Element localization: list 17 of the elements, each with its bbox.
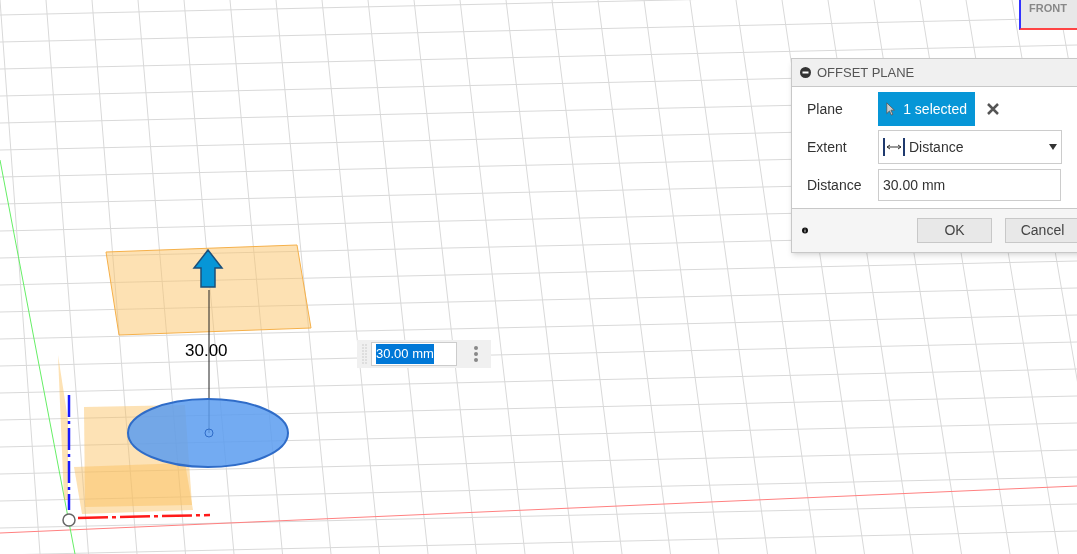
field-label: Distance [807, 175, 863, 195]
distance-icon [883, 137, 905, 157]
arrow-handle-icon[interactable] [192, 248, 224, 288]
field-label: Extent [807, 137, 848, 157]
more-icon[interactable] [473, 345, 479, 363]
caret-icon [1049, 144, 1057, 150]
dialog-title: OFFSET PLANE [817, 63, 915, 82]
cancel-button[interactable]: Cancel [1005, 218, 1077, 243]
value-input-field[interactable]: 30.00 mm [371, 342, 457, 366]
collapse-icon[interactable] [800, 67, 811, 78]
ok-button[interactable]: OK [917, 218, 992, 243]
extent-dropdown[interactable]: Distance [878, 130, 1062, 164]
distance-field[interactable]: 30.00 mm [878, 169, 1061, 201]
cursor-icon [886, 100, 896, 118]
dimension-label: 30.00 [185, 340, 228, 362]
close-icon[interactable] [987, 103, 999, 115]
field-label: Plane [807, 99, 844, 119]
